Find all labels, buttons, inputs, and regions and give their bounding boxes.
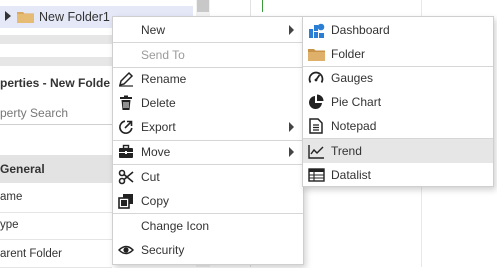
dashboard-icon: [307, 21, 325, 39]
menu-item-label: Cut: [141, 170, 160, 184]
briefcase-icon: [117, 143, 135, 161]
menu-item-export[interactable]: Export: [113, 115, 303, 139]
folder-icon: [307, 45, 325, 63]
menu-item-label: New: [141, 23, 166, 37]
scissors-icon: [117, 168, 135, 186]
submenu-item-label: Pie Chart: [331, 95, 382, 109]
menu-item-rename[interactable]: Rename: [113, 67, 303, 91]
copy-icon: [117, 192, 135, 210]
menu-item-label: Move: [141, 145, 171, 159]
context-menu: New Send To Rename Delete Export Move Cu…: [112, 16, 304, 265]
properties-title: perties - New Folde: [0, 76, 111, 90]
menu-item-label: Delete: [141, 96, 176, 110]
datalist-icon: [307, 166, 325, 184]
property-label-name: ame: [0, 191, 23, 203]
gauge-icon: [307, 69, 325, 87]
menu-item-label: Send To: [141, 48, 185, 62]
chevron-right-icon: [289, 25, 294, 35]
pie-chart-icon: [307, 93, 325, 111]
submenu-item-notepad[interactable]: Notepad: [303, 114, 493, 138]
tree-item-label: New Folder1: [39, 10, 110, 24]
trash-icon: [117, 94, 135, 112]
submenu-item-gauges[interactable]: Gauges: [303, 66, 493, 90]
trend-icon: [307, 142, 325, 160]
chevron-right-icon: [289, 122, 294, 132]
chevron-right-icon: [289, 147, 294, 157]
menu-item-cut[interactable]: Cut: [113, 165, 303, 189]
scrollbar-thumb[interactable]: [197, 0, 209, 12]
submenu-item-trend[interactable]: Trend: [303, 139, 493, 163]
menu-item-new[interactable]: New: [113, 18, 303, 42]
menu-item-move[interactable]: Move: [113, 140, 303, 164]
scrollbar-horizontal[interactable]: [0, 35, 112, 44]
submenu-item-label: Datalist: [331, 168, 372, 182]
submenu-item-pie-chart[interactable]: Pie Chart: [303, 90, 493, 114]
menu-item-label: Change Icon: [141, 219, 210, 233]
menu-item-label: Export: [141, 120, 176, 134]
property-search-placeholder: perty Search: [0, 106, 69, 120]
property-label-parent-folder: arent Folder: [0, 248, 63, 260]
property-label-type: ype: [0, 219, 19, 231]
submenu-item-label: Trend: [331, 144, 362, 158]
divider: [262, 0, 263, 12]
expand-arrow-icon[interactable]: [5, 11, 11, 21]
export-icon: [117, 118, 135, 136]
menu-item-send-to: Send To: [113, 43, 303, 67]
menu-item-delete[interactable]: Delete: [113, 91, 303, 115]
submenu-item-datalist[interactable]: Datalist: [303, 163, 493, 187]
menu-item-label: Security: [141, 243, 185, 257]
submenu-item-label: Notepad: [331, 119, 377, 133]
pencil-icon: [117, 70, 135, 88]
menu-item-label: Copy: [141, 194, 170, 208]
submenu-item-label: Gauges: [331, 71, 374, 85]
menu-item-copy[interactable]: Copy: [113, 189, 303, 213]
submenu-item-dashboard[interactable]: Dashboard: [303, 18, 493, 42]
general-section-label: General: [0, 162, 45, 176]
menu-item-change-icon[interactable]: Change Icon: [113, 214, 303, 238]
notepad-icon: [307, 117, 325, 135]
submenu-item-label: Folder: [331, 47, 366, 61]
folder-icon: [17, 12, 34, 23]
menu-item-label: Rename: [141, 72, 187, 86]
divider: [0, 57, 112, 66]
submenu-item-label: Dashboard: [331, 23, 390, 37]
submenu-item-folder[interactable]: Folder: [303, 42, 493, 66]
menu-item-security[interactable]: Security: [113, 238, 303, 262]
eye-icon: [117, 241, 135, 259]
new-submenu: Dashboard Folder Gauges Pie Chart Notepa…: [302, 16, 494, 187]
